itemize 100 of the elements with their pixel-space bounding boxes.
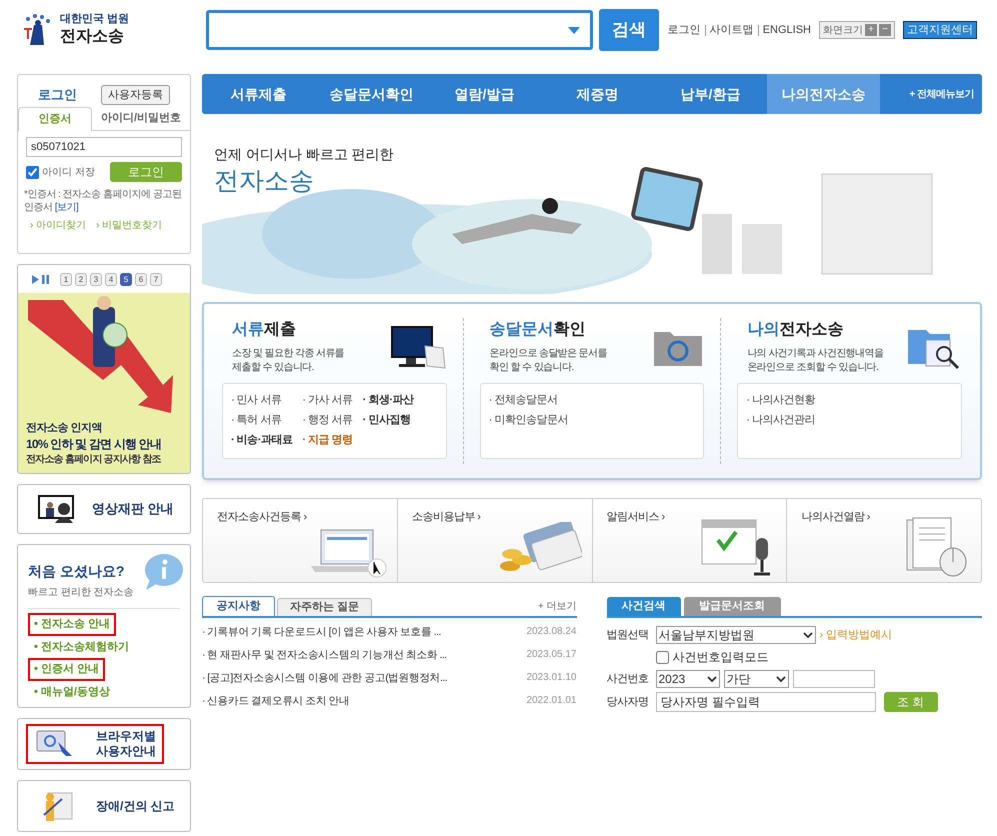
service-description: 나의 사건기록과 사건진행내역을 온라인으로 조회할 수 있습니다. xyxy=(747,347,884,375)
notice-title[interactable]: · 현 재판사무 및 전자소송시스템의 기능개선 최소화 ... xyxy=(202,647,446,663)
banner-tagline: 언제 어디서나 빠르고 편리한 xyxy=(214,145,395,164)
year-select-value: 2023 xyxy=(658,671,686,688)
search-field[interactable] xyxy=(206,10,593,50)
laptop-cursor-icon xyxy=(308,528,387,578)
report-label: 장애/건의 신고 xyxy=(96,798,175,815)
remember-label: 아이디 저장 xyxy=(42,166,95,180)
year-select[interactable]: 2023 xyxy=(656,670,720,688)
party-name-label: 당사자명 xyxy=(606,694,650,710)
case-number-mode-checkbox[interactable] xyxy=(656,650,668,664)
service-link[interactable]: · 민사 서류 xyxy=(231,390,282,410)
all-menu-button[interactable]: + 전체메뉴보기 xyxy=(909,86,982,102)
header-link[interactable]: 사이트맵 xyxy=(704,24,754,36)
guide-link[interactable]: • 매뉴얼/동영상 xyxy=(28,680,116,703)
slide-page-button[interactable]: 3 xyxy=(90,272,102,286)
service-link[interactable]: · 비송·과태료 xyxy=(231,430,292,450)
logo-title: 전자소송 xyxy=(60,26,125,47)
view-link[interactable]: [보기] xyxy=(54,202,78,213)
notice-tab[interactable]: 공지사항 xyxy=(202,596,275,616)
report-panel[interactable]: 장애/건의 신고 xyxy=(17,780,191,832)
register-button[interactable]: 사용자등록 xyxy=(101,85,170,105)
notice-tab[interactable]: 자주하는 질문 xyxy=(277,598,372,616)
service-link[interactable]: · 지급 명령 xyxy=(302,430,353,450)
support-center-button[interactable]: 고객지원센터 xyxy=(903,21,977,39)
nav-tab[interactable]: 서류제출 xyxy=(202,74,315,114)
notice-title[interactable]: · 기록뷰어 기록 다운로드시 [이 앱은 사용자 보호를 ... xyxy=(202,624,441,640)
service-title[interactable]: 나의전자소송 xyxy=(747,318,844,342)
certificate-note: *인증서 : 전자소송 홈페이지에 공고된 인증서 [보기] xyxy=(24,188,182,214)
court-select[interactable]: 서울남부지방법원 xyxy=(656,626,816,644)
shortcut-label: 알림서비스 › xyxy=(606,510,665,525)
shortcut-tile[interactable]: 소송비용납부 › xyxy=(396,499,592,582)
slide-page-button[interactable]: 6 xyxy=(135,272,147,286)
video-conference-icon xyxy=(38,495,74,523)
case-type-select[interactable]: 가단 xyxy=(724,670,788,688)
font-size-control[interactable]: 화면크기 + − xyxy=(819,21,895,39)
notice-date: 2022.01.01 xyxy=(526,694,576,708)
service-title[interactable]: 송달문서확인 xyxy=(490,318,586,342)
notice-title[interactable]: · 신용카드 결제오류시 조치 안내 xyxy=(202,693,350,709)
slide-page-button[interactable]: 5 xyxy=(120,272,132,286)
case-search-tab[interactable]: 사건검색 xyxy=(606,597,680,616)
zoom-out-button[interactable]: − xyxy=(879,24,891,36)
guide-link[interactable]: • 인증서 안내 xyxy=(28,658,105,680)
monitor-cursor-icon xyxy=(36,730,74,758)
service-link[interactable]: · 가사 서류 xyxy=(302,390,353,410)
nav-tab[interactable]: 제증명 xyxy=(541,74,654,114)
shortcut-tile[interactable]: 나의사건열람 › xyxy=(786,499,981,582)
notice-date: 2023.01.10 xyxy=(526,671,576,685)
party-name-field[interactable]: 당사자명 필수입력 xyxy=(656,692,876,712)
service-description: 소장 및 필요한 각종 서류를 제출할 수 있습니다. xyxy=(232,347,344,375)
service-link[interactable]: · 행정 서류 xyxy=(302,410,353,430)
service-link[interactable]: · 특허 서류 xyxy=(231,410,282,430)
login-tab[interactable]: 아이디/비밀번호 xyxy=(92,107,190,130)
shortcut-tile[interactable]: 알림서비스 › xyxy=(592,499,786,582)
info-icon xyxy=(142,553,184,591)
slide-page-button[interactable]: 4 xyxy=(105,272,117,286)
shortcut-label: 전자소송사건등록 › xyxy=(217,510,307,525)
slide-page-button[interactable]: 2 xyxy=(75,272,87,286)
service-link[interactable]: · 전체송달문서 xyxy=(488,390,558,410)
service-link[interactable]: · 나의사건현황 xyxy=(746,390,816,410)
guide-link[interactable]: • 전자소송 안내 xyxy=(28,613,116,636)
service-link[interactable]: · 민사집행 xyxy=(362,410,410,430)
shortcut-label: 소송비용납부 › xyxy=(412,510,480,525)
shortcut-tile[interactable]: 전자소송사건등록 › xyxy=(203,499,397,582)
monitor-document-icon xyxy=(390,326,447,370)
case-number-label: 사건번호 xyxy=(606,672,650,687)
nav-tab[interactable]: 납부/환급 xyxy=(654,74,767,114)
video-trial-panel[interactable]: 영상재판 안내 xyxy=(17,484,191,534)
nav-tab[interactable]: 송달문서확인 xyxy=(315,74,428,114)
service-link[interactable]: · 미확인송달문서 xyxy=(488,410,568,430)
court-label: 법원선택 xyxy=(606,628,650,643)
case-number-mode-label: 사건번호입력모드 xyxy=(672,649,768,666)
zoom-in-button[interactable]: + xyxy=(865,24,877,36)
case-number-field[interactable] xyxy=(792,670,874,688)
guide-link[interactable]: • 전자소송체험하기 xyxy=(28,636,135,658)
case-type-select-value: 가단 xyxy=(726,671,750,688)
first-visit-title: 처음 오셨나요? xyxy=(28,562,126,581)
more-link[interactable]: + 더보기 xyxy=(538,599,576,614)
browser-guide-label: 브라우저별 사용자안내 xyxy=(96,729,156,759)
search-button[interactable]: 검색 xyxy=(599,9,659,51)
service-link[interactable]: · 나의사건관리 xyxy=(746,410,816,430)
slide-page-button[interactable]: 7 xyxy=(150,272,162,286)
service-title[interactable]: 서류제출 xyxy=(232,318,296,342)
remember-checkbox[interactable] xyxy=(26,166,39,178)
chevron-down-icon xyxy=(776,676,786,682)
banner-title: 전자소송 xyxy=(214,166,315,197)
browser-guide-link[interactable]: 브라우저별 사용자안내 xyxy=(26,724,164,764)
first-visit-subtitle: 빠르고 편리한 전자소송 xyxy=(28,586,135,600)
id-field[interactable]: s05071021 xyxy=(26,137,182,157)
notice-title[interactable]: · [공고]전자소송시스템 이용에 관한 공고(법원행정처... xyxy=(202,670,448,686)
login-title: 로그인 xyxy=(38,86,77,104)
service-description: 온라인으로 송달받은 문서를 확인 할 수 있습니다. xyxy=(490,347,607,375)
nav-tab[interactable]: 열람/발급 xyxy=(428,74,541,114)
pause-icon xyxy=(42,274,49,284)
header-link[interactable]: 로그인 xyxy=(668,24,701,36)
service-link[interactable]: · 회생·파산 xyxy=(362,390,414,410)
notice-date: 2023.05.17 xyxy=(526,648,576,662)
slide-page-button[interactable]: 1 xyxy=(60,272,72,286)
header-link[interactable]: ENGLISH xyxy=(758,24,811,36)
dropdown-caret-icon xyxy=(568,26,580,34)
